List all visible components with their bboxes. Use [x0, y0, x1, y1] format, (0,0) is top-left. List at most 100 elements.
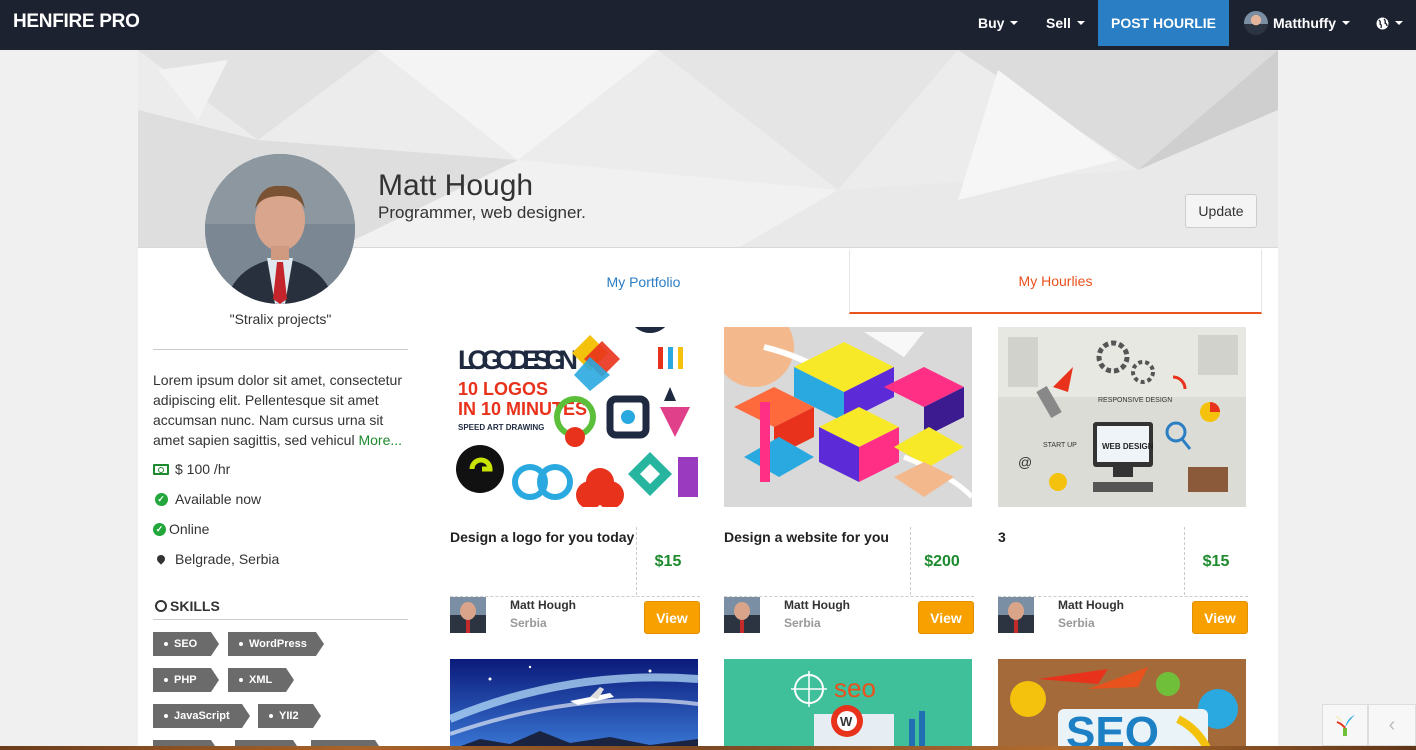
hourlie-image[interactable]: LOGO DESIGN 10 LOGOS IN 10 MINUTES SPEED…: [450, 327, 698, 507]
skill-tag-label: JavaScript: [174, 710, 230, 722]
seller-avatar[interactable]: [998, 597, 1034, 633]
skills-heading: SKILLS: [155, 598, 220, 614]
hourlie-image[interactable]: seo W: [724, 659, 972, 750]
skill-tag-label: SEO: [174, 638, 198, 650]
seller-name[interactable]: Matt Hough: [1058, 598, 1124, 612]
start-up-text: START UP: [1043, 442, 1077, 449]
hourlie-title[interactable]: 3: [998, 529, 1184, 545]
profile-title: Programmer, web designer.: [378, 203, 586, 222]
toolbar-collapse-button[interactable]: ‹: [1368, 704, 1416, 746]
nav-buy-dropdown[interactable]: Buy: [978, 0, 1019, 46]
seller-avatar[interactable]: [450, 597, 486, 633]
logo-design-line4: SPEED ART DRAWING: [458, 423, 544, 432]
skill-tag-label: YII2: [279, 710, 299, 722]
divider: [153, 349, 408, 350]
user-avatar: [1244, 11, 1268, 35]
company-name: "Stralix projects": [229, 311, 332, 327]
hourlie-title[interactable]: Design a website for you: [724, 529, 910, 545]
hourly-rate-value: $ 100 /hr: [175, 461, 231, 477]
hourlie-card[interactable]: Design a website for you $200 Matt Hough…: [724, 327, 974, 637]
tab-my-hourlies[interactable]: My Hourlies: [849, 250, 1262, 314]
yii-logo-icon: [1335, 715, 1355, 736]
responsive-design-text: RESPONSIVE DESIGN: [1098, 397, 1172, 404]
nav-buy-label: Buy: [978, 15, 1005, 31]
caret-down-icon: [1342, 21, 1350, 25]
logo-design-line2: 10 LOGOS: [458, 379, 548, 399]
seller-avatar[interactable]: [724, 597, 760, 633]
skill-tag-label: XML: [249, 674, 273, 686]
divider: [153, 619, 408, 620]
user-name: Matthuffy: [1273, 15, 1336, 31]
online-status-text: Online: [169, 521, 210, 537]
top-navbar: HENFIRE PRO Buy Sell POST HOURLIE Matthu…: [0, 0, 1416, 50]
brand-logo[interactable]: HENFIRE PRO: [13, 11, 140, 33]
caret-down-icon: [1076, 21, 1085, 25]
online-status: ✓ Online: [153, 521, 209, 537]
circle-icon: [155, 600, 167, 612]
check-circle-icon: ✓: [153, 522, 166, 536]
view-button[interactable]: View: [1192, 601, 1248, 634]
seo-label: seo: [834, 673, 876, 703]
profile-name: Matt Hough: [378, 169, 534, 202]
svg-text:W: W: [840, 714, 853, 729]
svg-text:@: @: [1018, 454, 1032, 470]
location: Belgrade, Serbia: [153, 551, 279, 567]
skill-tag[interactable]: XML: [228, 668, 294, 692]
skill-tag[interactable]: WordPress: [228, 632, 324, 656]
bottom-edge: [0, 746, 1416, 750]
hourlie-image[interactable]: [450, 659, 698, 750]
availability-text: Available now: [175, 491, 262, 507]
seller-country: Serbia: [510, 616, 547, 630]
tab-my-portfolio[interactable]: My Portfolio: [438, 250, 849, 314]
divider: [724, 596, 974, 597]
more-link[interactable]: More...: [358, 432, 402, 448]
skill-tag[interactable]: PHP: [153, 668, 219, 692]
map-marker-icon: [153, 553, 169, 565]
hourlie-price: $200: [924, 553, 960, 570]
hourly-rate: $ 100 /hr: [153, 461, 230, 477]
seller-name[interactable]: Matt Hough: [510, 598, 576, 612]
divider: [998, 596, 1248, 597]
skill-tag-label: WordPress: [249, 638, 307, 650]
money-icon: [153, 463, 169, 475]
location-text: Belgrade, Serbia: [175, 551, 280, 567]
profile-avatar: [205, 154, 355, 304]
about-text: Lorem ipsum dolor sit amet, consectetur …: [153, 370, 413, 450]
hourlie-price: $15: [654, 553, 682, 570]
hourlie-card[interactable]: LOGO DESIGN 10 LOGOS IN 10 MINUTES SPEED…: [450, 327, 700, 637]
globe-icon: [1376, 17, 1389, 29]
logo-design-line1: LOGO DESIGN: [458, 345, 578, 375]
update-button[interactable]: Update: [1185, 194, 1257, 228]
caret-down-icon: [1395, 21, 1403, 25]
seller-country: Serbia: [784, 616, 821, 630]
view-button[interactable]: View: [644, 601, 700, 634]
divider: [450, 596, 700, 597]
web-design-text: WEB DESIGN: [1102, 442, 1154, 451]
nav-sell-dropdown[interactable]: Sell: [1046, 0, 1085, 46]
view-button[interactable]: View: [918, 601, 974, 634]
nav-sell-label: Sell: [1046, 15, 1071, 31]
user-menu-dropdown[interactable]: Matthuffy: [1244, 0, 1350, 46]
profile-container: Matt Hough Programmer, web designer. Upd…: [138, 50, 1278, 750]
skills-heading-label: SKILLS: [170, 598, 220, 614]
chevron-left-icon: ‹: [1388, 713, 1396, 736]
hourlie-image[interactable]: [724, 327, 972, 507]
hourlie-image[interactable]: WEB DESIGN RESPONSIVE DESIGN START UP @: [998, 327, 1246, 507]
caret-down-icon: [1010, 21, 1019, 25]
hourlie-card[interactable]: WEB DESIGN RESPONSIVE DESIGN START UP @ …: [998, 327, 1248, 637]
yii-debug-toolbar-button[interactable]: [1322, 704, 1368, 746]
availability: ✓ Available now: [153, 491, 261, 507]
skill-tag[interactable]: JavaScript: [153, 704, 250, 728]
seller-country: Serbia: [1058, 616, 1095, 630]
language-dropdown[interactable]: [1376, 0, 1403, 46]
hourlie-image[interactable]: SEO: [998, 659, 1246, 750]
hourlie-title[interactable]: Design a logo for you today: [450, 529, 636, 545]
skill-tag[interactable]: SEO: [153, 632, 219, 656]
hourlie-price: $15: [1202, 553, 1230, 570]
skill-tag-label: PHP: [174, 674, 197, 686]
skill-tag[interactable]: YII2: [258, 704, 321, 728]
seo-big-label: SEO: [1066, 708, 1159, 750]
check-circle-icon: ✓: [153, 492, 169, 506]
seller-name[interactable]: Matt Hough: [784, 598, 850, 612]
post-hourlie-button[interactable]: POST HOURLIE: [1098, 0, 1229, 46]
